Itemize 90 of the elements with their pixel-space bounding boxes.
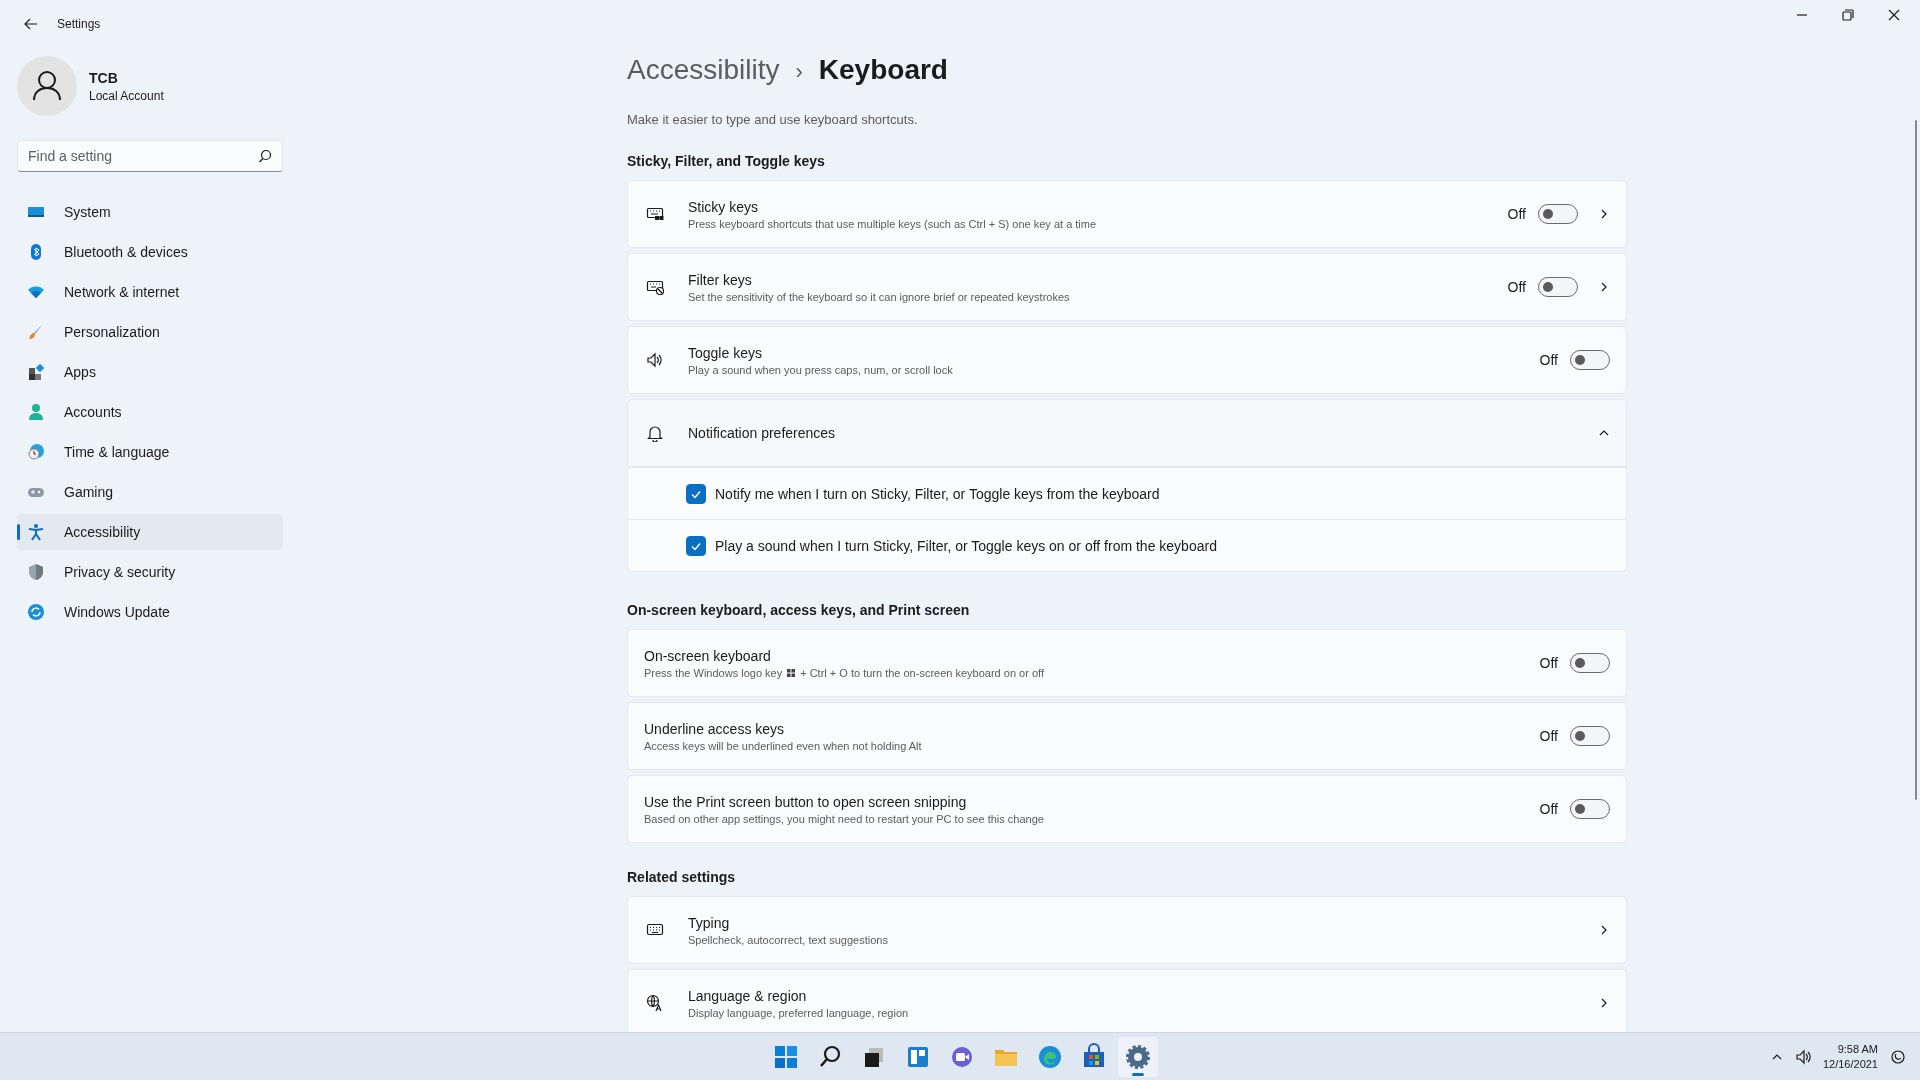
setting-title: Notification preferences <box>688 425 837 441</box>
setting-title: Language & region <box>688 987 808 1004</box>
restore-icon[interactable] <box>1842 9 1854 21</box>
setting-description: Set the sensitivity of the keyboard so it can ignore brief or repeated keystrokes <box>688 290 1071 303</box>
shield-icon <box>27 563 45 581</box>
toggle-switch[interactable] <box>1570 726 1610 746</box>
toggle-state-label: Off <box>1539 352 1558 368</box>
sync-icon <box>27 603 45 621</box>
back-icon[interactable] <box>23 16 39 32</box>
toggle-switch[interactable] <box>1570 799 1610 819</box>
setting-description: Based on other app settings, you might need to restart your PC to see this change <box>644 812 1045 825</box>
checkbox-label: Notify me when I turn on Sticky, Filter, or Toggle keys from the keyboard <box>715 485 1160 502</box>
page-title: Keyboard <box>818 54 948 86</box>
window-title: Settings <box>57 17 101 31</box>
setting-description: Press the Windows logo key <box>644 666 783 679</box>
search-field[interactable]: Find a setting <box>17 140 283 172</box>
settings-link-card[interactable]: Language & region Display language, preferred language, region <box>627 969 1627 1032</box>
toggle-state-label: Off <box>1507 206 1526 222</box>
keyboard-icon <box>646 205 664 223</box>
sidebar-item[interactable]: Network & internet <box>17 274 283 310</box>
sidebar-item[interactable]: Windows Update <box>17 594 283 630</box>
setting-description: Display language, preferred language, region <box>688 1006 910 1019</box>
settings-card[interactable]: Filter keys Set the sensitivity of the keyboard so it can ignore brief or repeated keystrokes Off <box>627 253 1627 321</box>
clock-time[interactable]: 9:58 AM <box>1822 1041 1878 1057</box>
section-heading: Sticky, Filter, and Toggle keys <box>627 153 826 169</box>
setting-description: Access keys will be underlined even when not holding Alt <box>644 739 923 752</box>
page-description: Make it easier to type and use keyboard shortcuts. <box>627 112 919 127</box>
sidebar-item[interactable]: Accounts <box>17 394 283 430</box>
setting-title: Filter keys <box>688 271 753 288</box>
person-accessibility-icon <box>27 523 45 541</box>
setting-description: Press keyboard shortcuts that use multiple keys (such as Ctrl + S) one key at a time <box>688 217 1098 230</box>
active-app-indicator <box>1132 1072 1144 1076</box>
setting-title: Typing <box>688 914 731 931</box>
sidebar-item[interactable]: Privacy & security <box>17 554 283 590</box>
setting-title: Use the Print screen button to open screen snipping <box>644 793 968 810</box>
toggle-switch[interactable] <box>1538 277 1578 297</box>
sidebar-item[interactable]: System <box>17 194 283 230</box>
clock-date[interactable]: 12/16/2021 <box>1822 1056 1878 1072</box>
breadcrumb-link[interactable]: Accessibility <box>627 54 780 86</box>
sidebar-item[interactable]: Time & language <box>17 434 283 470</box>
globe-language-icon <box>646 994 664 1012</box>
expander-header[interactable]: Notification preferences <box>627 399 1627 467</box>
settings-card[interactable]: On-screen keyboard Press the Windows logo key + Ctrl + O to turn the on-screen keyboard on or off Off <box>627 629 1627 697</box>
toggle-switch[interactable] <box>1570 653 1610 673</box>
person-icon <box>27 403 45 421</box>
section-heading: Related settings <box>627 869 737 885</box>
toggle-state-label: Off <box>1507 279 1526 295</box>
setting-title: Underline access keys <box>644 720 786 737</box>
checkbox[interactable] <box>686 483 706 504</box>
toggle-switch[interactable] <box>1538 204 1578 224</box>
setting-description: + Ctrl + O to turn the on-screen keyboard on or off <box>800 666 1044 679</box>
selection-indicator <box>17 524 20 540</box>
settings-card[interactable]: Toggle keys Play a sound when you press caps, num, or scroll lock Off <box>627 326 1627 394</box>
search-icon[interactable] <box>258 149 272 163</box>
breadcrumb-separator: › <box>795 59 803 85</box>
toggle-state-label: Off <box>1539 728 1558 744</box>
speaker-icon <box>646 351 664 369</box>
close-icon[interactable] <box>1888 9 1900 21</box>
toggle-switch[interactable] <box>1570 350 1610 370</box>
clock-globe-icon <box>27 443 45 461</box>
toggle-state-label: Off <box>1539 655 1558 671</box>
apps-icon <box>27 363 45 381</box>
keyboard-icon <box>646 278 664 296</box>
settings-card[interactable]: Underline access keys Access keys will be underlined even when not holding Alt Off <box>627 702 1627 770</box>
windows-logo-icon <box>786 667 797 678</box>
setting-description: Play a sound when you press caps, num, or scroll lock <box>688 363 954 376</box>
volume-icon[interactable] <box>1794 1048 1811 1065</box>
sidebar-item[interactable]: Gaming <box>17 474 283 510</box>
settings-card[interactable]: Sticky keys Press keyboard shortcuts that use multiple keys (such as Ctrl + S) one key at a time Off <box>627 180 1627 248</box>
sidebar-item[interactable]: Personalization <box>17 314 283 350</box>
settings-card[interactable]: Use the Print screen button to open screen snipping Based on other app settings, you might need to restart your PC to see this change Off <box>627 775 1627 843</box>
section-heading: On-screen keyboard, access keys, and Print screen <box>627 602 971 618</box>
checkbox[interactable] <box>686 535 706 556</box>
settings-link-card[interactable]: Typing Spellcheck, autocorrect, text suggestions <box>627 896 1627 964</box>
toggle-state-label: Off <box>1539 801 1558 817</box>
setting-title: On-screen keyboard <box>644 647 772 664</box>
avatar-icon <box>17 56 77 116</box>
notification-icon[interactable] <box>1890 1048 1906 1065</box>
scrollbar[interactable] <box>1915 120 1917 800</box>
account-name: TCB <box>89 69 119 86</box>
setting-title: Toggle keys <box>688 344 763 361</box>
setting-description: Spellcheck, autocorrect, text suggestions <box>688 933 889 946</box>
sidebar-item[interactable]: Apps <box>17 354 283 390</box>
bell-icon <box>646 424 664 442</box>
sidebar-item[interactable]: Bluetooth & devices <box>17 234 283 270</box>
settings-icon <box>1124 1042 1152 1071</box>
account-type: Local Account <box>89 88 164 103</box>
checkbox-label: Play a sound when I turn Sticky, Filter, or Toggle keys on or off from the keyboard <box>715 537 1217 554</box>
sidebar-item[interactable]: Accessibility <box>17 514 283 550</box>
setting-title: Sticky keys <box>688 198 759 215</box>
